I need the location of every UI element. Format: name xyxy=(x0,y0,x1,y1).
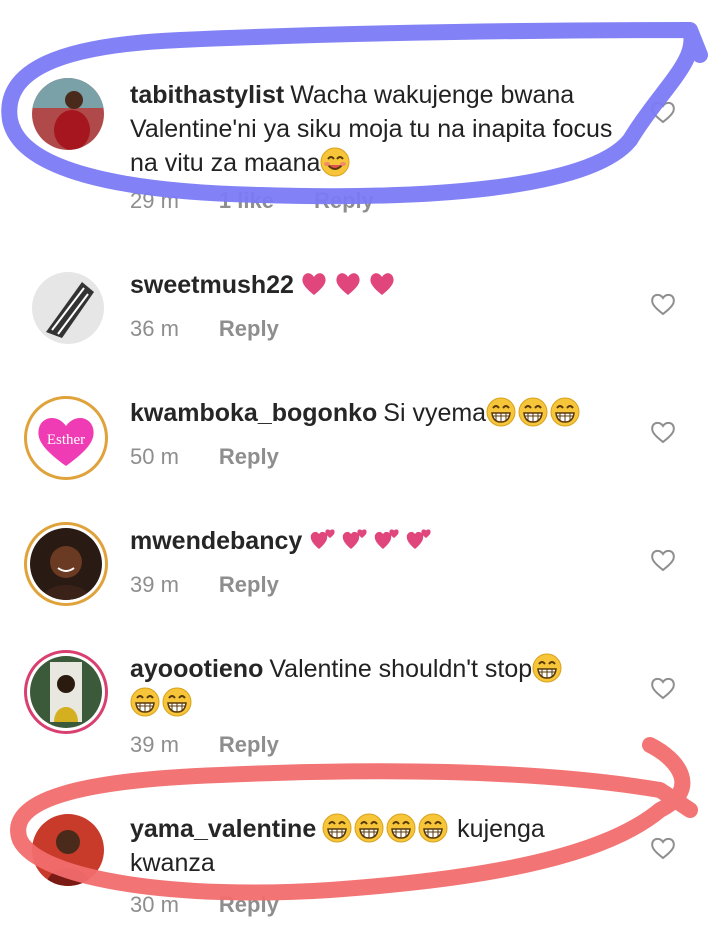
reply-button[interactable]: Reply xyxy=(219,892,279,918)
avatar[interactable] xyxy=(32,814,104,886)
like-heart-outline-icon[interactable] xyxy=(650,548,676,572)
reply-button[interactable]: Reply xyxy=(314,188,374,214)
grinning-emoji-icon xyxy=(386,813,416,843)
two-hearts-emoji xyxy=(372,525,402,551)
comment-meta: 39 m Reply xyxy=(130,572,279,598)
like-heart-outline-icon[interactable] xyxy=(650,292,676,316)
avatar[interactable] xyxy=(32,78,104,150)
comment-likes[interactable]: 1 like xyxy=(219,188,274,214)
comment-body: ayoootieno Valentine shouldn't stop xyxy=(130,652,620,720)
two-hearts-emoji xyxy=(340,525,370,551)
comment-username[interactable]: kwamboka_bogonko xyxy=(130,399,377,427)
reply-button[interactable]: Reply xyxy=(219,572,279,598)
grinning-emoji-icon xyxy=(418,813,448,843)
comment-meta: 50 m Reply xyxy=(130,444,279,470)
comment-username[interactable]: tabithastylist xyxy=(130,81,284,109)
pink-heart-emoji xyxy=(334,271,362,297)
comment-time: 39 m xyxy=(130,732,179,757)
like-heart-outline-icon[interactable] xyxy=(650,100,676,124)
comment-body: yama_valentine kujenga kwanza xyxy=(130,812,620,880)
grinning-emoji-icon xyxy=(550,397,580,427)
grinning-emoji-icon xyxy=(532,653,562,683)
comment-body: tabithastylist Wacha wakujenge bwana Vale… xyxy=(130,78,620,180)
comment-username[interactable]: yama_valentine xyxy=(130,815,316,843)
two-hearts-emoji xyxy=(404,525,434,551)
reply-button[interactable]: Reply xyxy=(219,732,279,758)
pink-heart-emoji xyxy=(368,271,396,297)
comment-body: mwendebancy xyxy=(130,524,620,558)
avatar-name-text: Esther xyxy=(47,432,85,448)
comment-meta: 29 m 1 like Reply xyxy=(130,188,374,214)
grinning-emoji-icon xyxy=(486,397,516,427)
two-hearts-emoji xyxy=(308,525,338,551)
comment-meta: 39 m Reply xyxy=(130,732,279,758)
comment-body: kwamboka_bogonko Si vyema xyxy=(130,396,620,430)
avatar[interactable] xyxy=(24,650,108,734)
comment-username[interactable]: ayoootieno xyxy=(130,655,263,683)
reply-button[interactable]: Reply xyxy=(219,444,279,470)
smiling-emoji-icon xyxy=(320,147,350,177)
comment-meta: 30 m Reply xyxy=(130,892,279,918)
avatar[interactable] xyxy=(32,272,104,344)
grinning-emoji-icon xyxy=(354,813,384,843)
comment-time: 50 m xyxy=(130,444,179,469)
comment-time: 39 m xyxy=(130,572,179,597)
comment-time: 30 m xyxy=(130,892,179,917)
grinning-emoji-icon xyxy=(162,687,192,717)
comment-meta: 36 m Reply xyxy=(130,316,279,342)
comment-text: Valentine shouldn't stop xyxy=(269,655,533,683)
comment-body: sweetmush22 xyxy=(130,268,620,302)
grinning-emoji-icon xyxy=(518,397,548,427)
like-heart-outline-icon[interactable] xyxy=(650,676,676,700)
avatar[interactable]: Esther xyxy=(24,396,108,480)
avatar[interactable] xyxy=(24,522,108,606)
comment-username[interactable]: mwendebancy xyxy=(130,527,302,555)
comment-time: 36 m xyxy=(130,316,179,341)
like-heart-outline-icon[interactable] xyxy=(650,836,676,860)
comment-time: 29 m xyxy=(130,188,179,213)
reply-button[interactable]: Reply xyxy=(219,316,279,342)
comment-text: Si vyema xyxy=(383,399,487,427)
like-heart-outline-icon[interactable] xyxy=(650,420,676,444)
grinning-emoji-icon xyxy=(130,687,160,717)
comment-username[interactable]: sweetmush22 xyxy=(130,271,294,299)
pink-heart-emoji xyxy=(300,271,328,297)
grinning-emoji-icon xyxy=(322,813,352,843)
